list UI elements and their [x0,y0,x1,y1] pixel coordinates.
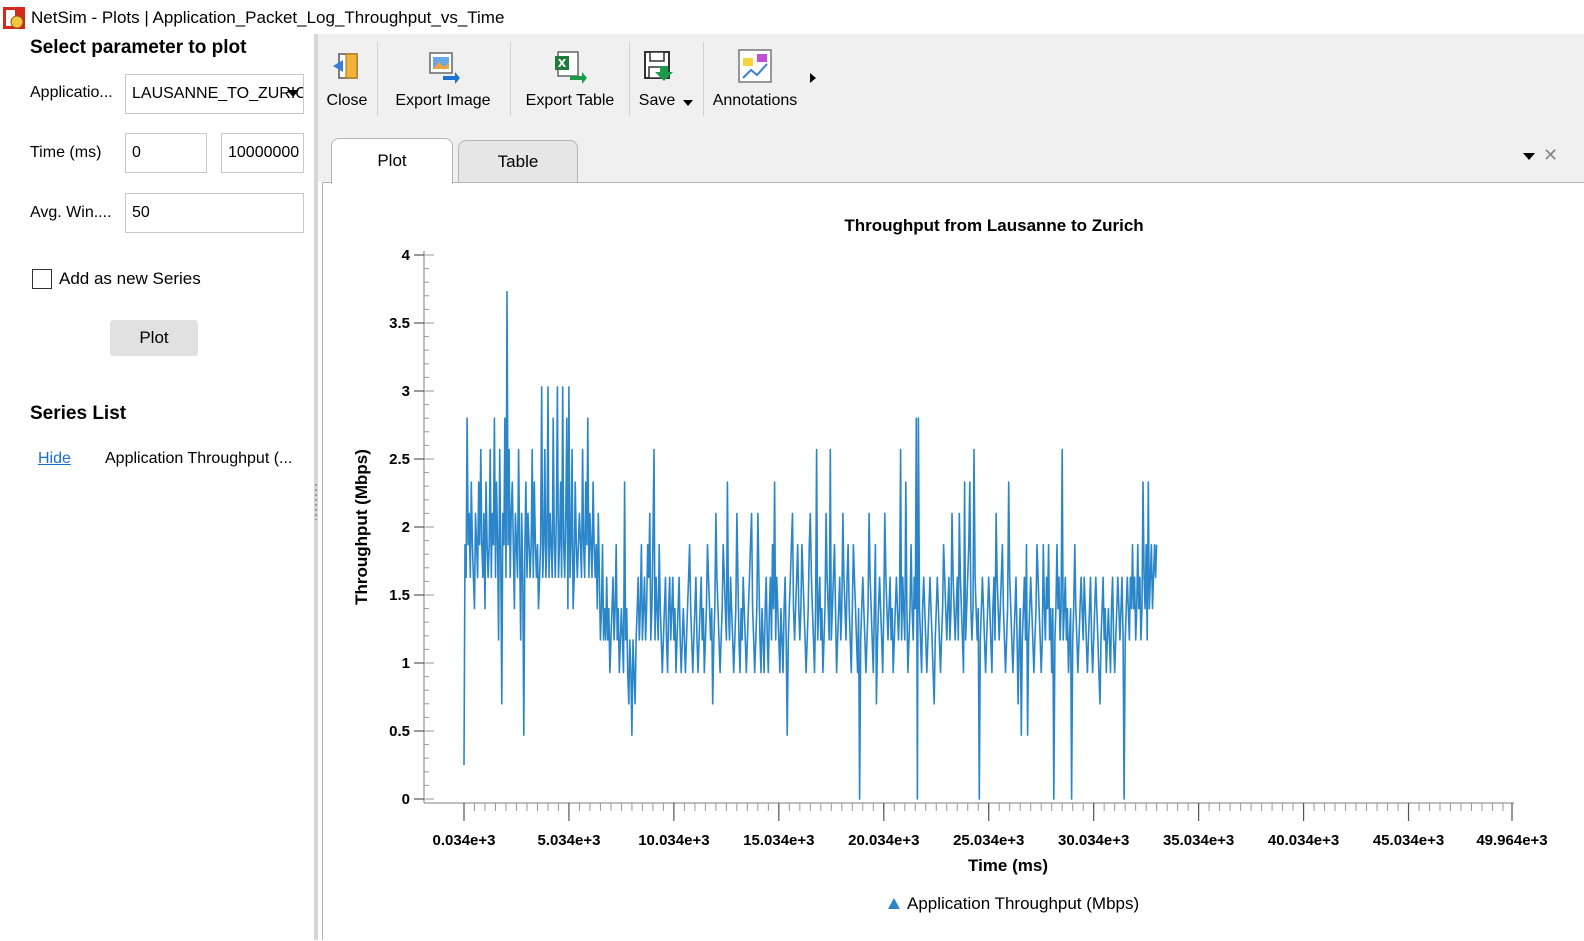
chart-title: Throughput from Lausanne to Zurich [844,216,1143,235]
export-excel-icon: X [555,51,587,84]
legend-entry: Application Throughput (Mbps) [907,894,1139,913]
legend-triangle-icon [888,898,900,909]
annotations-button-label: Annotations [712,92,798,109]
annotations-button[interactable]: Annotations [706,34,804,122]
x-tick-label: 10.034e+3 [638,832,709,849]
plot-button[interactable]: Plot [110,320,198,356]
svg-text:X: X [558,57,567,70]
toolbar-separator [510,42,511,116]
y-tick-label: 3 [402,383,410,400]
close-icon[interactable]: ✕ [1543,145,1558,166]
toolbar: Close Export Image X Export Table Save A… [318,34,1584,122]
time-end-input[interactable]: 10000000 [221,133,304,173]
export-image-button[interactable]: Export Image [382,34,504,122]
splitter-grip-icon[interactable] [315,484,317,520]
panel-heading: Select parameter to plot [30,37,247,58]
series-line [463,290,1158,800]
series-list-heading: Series List [30,403,127,424]
window-titlebar: NetSim - Plots | Application_Packet_Log_… [0,0,1584,34]
series-name: Application Throughput (... [105,450,293,467]
save-disk-icon [644,51,673,81]
x-tick-label: 15.034e+3 [743,832,814,849]
avg-window-input[interactable]: 50 [125,193,304,233]
netsim-app-icon [3,7,25,29]
hide-series-link[interactable]: Hide [38,450,71,468]
x-axis-label: Time (ms) [968,856,1048,875]
save-button-label: Save [638,92,676,109]
x-tick-label: 0.034e+3 [433,832,496,849]
window-title: NetSim - Plots | Application_Packet_Log_… [31,8,505,27]
parameter-panel: Select parameter to plot Applicatio... L… [0,34,314,940]
time-start-input[interactable]: 0 [125,133,207,173]
y-tick-label: 2.5 [389,451,410,468]
y-tick-label: 2 [402,519,410,536]
save-dropdown-button[interactable]: Save [634,34,700,122]
export-image-icon [429,52,460,84]
chevron-down-icon [287,90,299,97]
annotations-icon [738,49,772,83]
x-tick-label: 25.034e+3 [953,832,1024,849]
x-tick-label: 30.034e+3 [1058,832,1129,849]
toolbar-separator [703,42,704,116]
y-tick-label: 0.5 [389,723,410,740]
application-dropdown[interactable]: LAUSANNE_TO_ZURICH [125,74,304,114]
y-tick-label: 0 [402,791,410,808]
y-tick-label: 3.5 [389,315,410,332]
close-button-label: Close [326,92,368,109]
close-button[interactable]: Close [318,34,376,122]
y-axis-label: Throughput (Mbps) [352,449,371,605]
x-tick-label: 40.034e+3 [1268,832,1339,849]
tab-strip: Plot Table ✕ [318,122,1584,184]
export-table-button[interactable]: X Export Table [516,34,624,122]
y-tick-label: 1.5 [389,587,410,604]
chevron-down-icon [683,100,693,106]
application-label: Applicatio... [30,84,113,101]
x-tick-label: 35.034e+3 [1163,832,1234,849]
tab-menu-chevron-icon[interactable] [1523,153,1535,160]
throughput-chart[interactable]: Throughput from Lausanne to Zurich 0 0.5 1 1… [323,183,1584,941]
y-tick-label: 4 [402,247,411,264]
x-tick-label: 45.034e+3 [1373,832,1444,849]
x-tick-label: 20.034e+3 [848,832,919,849]
y-tick-label: 1 [402,655,410,672]
export-table-button-label: Export Table [525,92,615,109]
add-series-checkbox[interactable] [32,269,52,289]
tab-plot[interactable]: Plot [331,138,453,184]
time-label: Time (ms) [30,144,102,161]
x-tick-label: 5.034e+3 [537,832,600,849]
toolbar-overflow-icon[interactable] [810,73,816,83]
application-dropdown-value: LAUSANNE_TO_ZURICH [132,85,304,102]
tab-table[interactable]: Table [458,140,578,182]
export-image-button-label: Export Image [395,92,491,109]
close-exit-icon [333,53,358,79]
toolbar-separator [377,42,378,116]
add-series-label: Add as new Series [59,269,201,288]
avg-window-label: Avg. Win.... [30,204,112,221]
plot-area: Throughput from Lausanne to Zurich 0 0.5 1 1… [322,182,1584,940]
x-tick-label: 49.964e+3 [1476,832,1547,849]
